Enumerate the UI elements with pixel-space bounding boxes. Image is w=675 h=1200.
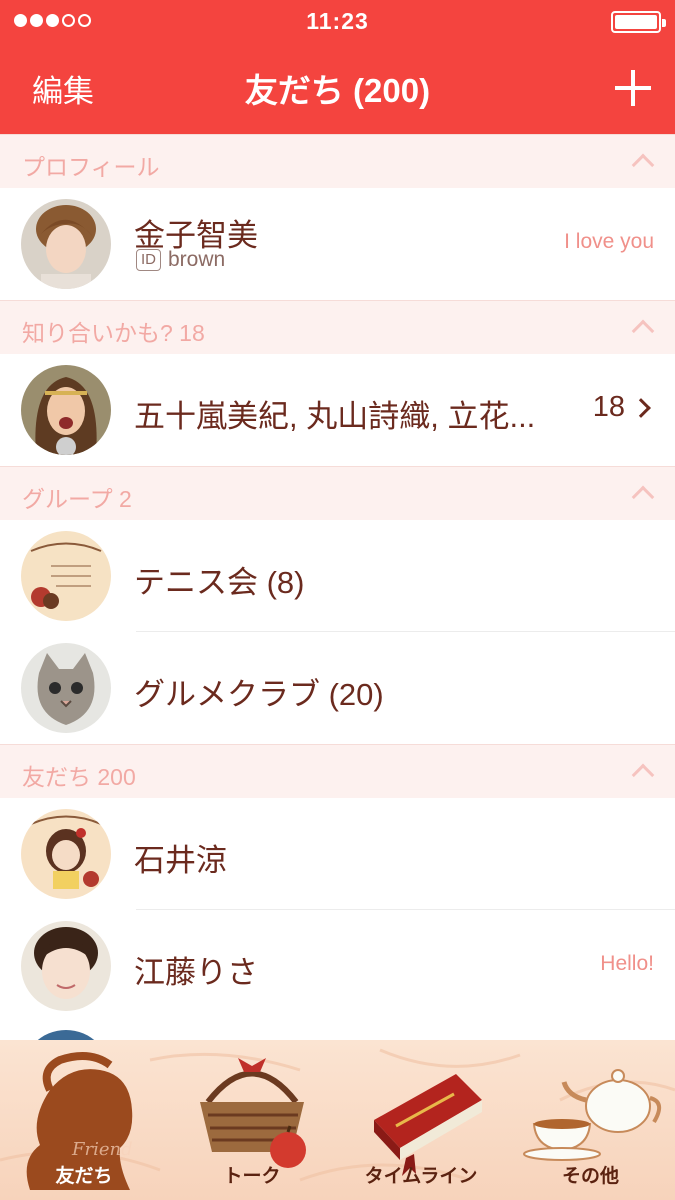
- group-name: テニス会 (8): [134, 565, 305, 600]
- suggested-row[interactable]: 五十嵐美紀, 丸山詩織, 立花... 18: [0, 354, 675, 466]
- user-id: brown: [168, 248, 226, 271]
- chevron-right-icon[interactable]: [631, 398, 651, 418]
- section-label: 友だち 200: [22, 764, 136, 790]
- tab-talk[interactable]: トーク: [168, 1040, 336, 1200]
- section-header-groups[interactable]: グループ 2: [0, 466, 675, 520]
- chevron-up-icon[interactable]: [631, 763, 655, 787]
- group-row[interactable]: グルメクラブ (20): [0, 632, 675, 744]
- tab-label: その他: [561, 1166, 619, 1187]
- profile-id: ID brown: [136, 248, 225, 272]
- tab-label: 友だち: [55, 1166, 113, 1187]
- status-message: Hello!: [600, 952, 654, 975]
- plus-icon[interactable]: [613, 68, 653, 108]
- group-row[interactable]: テニス会 (8): [0, 520, 675, 632]
- section-label: グループ 2: [22, 486, 132, 512]
- section-label: プロフィール: [22, 154, 160, 180]
- tab-bar: Friend 友だち トーク タイムライン その他: [0, 1040, 675, 1200]
- status-bar: 11:23: [0, 0, 675, 44]
- friend-row[interactable]: 石井涼: [0, 798, 675, 910]
- tab-label: タイムライン: [364, 1166, 478, 1187]
- page-title: 友だち (200): [244, 72, 431, 109]
- friend-name: 江藤りさ: [134, 955, 258, 990]
- avatar: [21, 921, 111, 1011]
- avatar: [21, 199, 111, 289]
- profile-row[interactable]: 金子智美 ID brown I love you: [0, 188, 675, 300]
- avatar: [21, 809, 111, 899]
- avatar: [21, 365, 111, 455]
- suggested-count: 18: [592, 391, 625, 423]
- navigation-bar: 11:23 編集 友だち (200): [0, 0, 675, 134]
- group-name: グルメクラブ (20): [134, 677, 384, 712]
- avatar: [21, 643, 111, 733]
- tab-friends[interactable]: Friend 友だち: [0, 1040, 168, 1200]
- chevron-up-icon[interactable]: [631, 485, 655, 509]
- chevron-up-icon[interactable]: [631, 319, 655, 343]
- section-header-friends[interactable]: 友だち 200: [0, 744, 675, 798]
- id-badge: ID: [136, 249, 161, 271]
- friend-name: 石井涼: [134, 843, 227, 878]
- tab-label: トーク: [223, 1166, 281, 1187]
- section-header-profile[interactable]: プロフィール: [0, 134, 675, 188]
- status-time: 11:23: [306, 8, 369, 34]
- friend-row[interactable]: 江藤りさ Hello!: [0, 910, 675, 1022]
- section-header-suggested[interactable]: 知り合いかも? 18: [0, 300, 675, 354]
- svg-text:Friend: Friend: [71, 1139, 133, 1160]
- chevron-up-icon[interactable]: [631, 153, 655, 177]
- avatar: [21, 531, 111, 621]
- battery-icon: [611, 11, 666, 33]
- tab-timeline[interactable]: タイムライン: [336, 1040, 506, 1200]
- section-label: 知り合いかも? 18: [22, 320, 205, 346]
- tab-other[interactable]: その他: [506, 1040, 675, 1200]
- status-message: I love you: [564, 230, 654, 253]
- suggested-names: 五十嵐美紀, 丸山詩織, 立花...: [134, 399, 536, 434]
